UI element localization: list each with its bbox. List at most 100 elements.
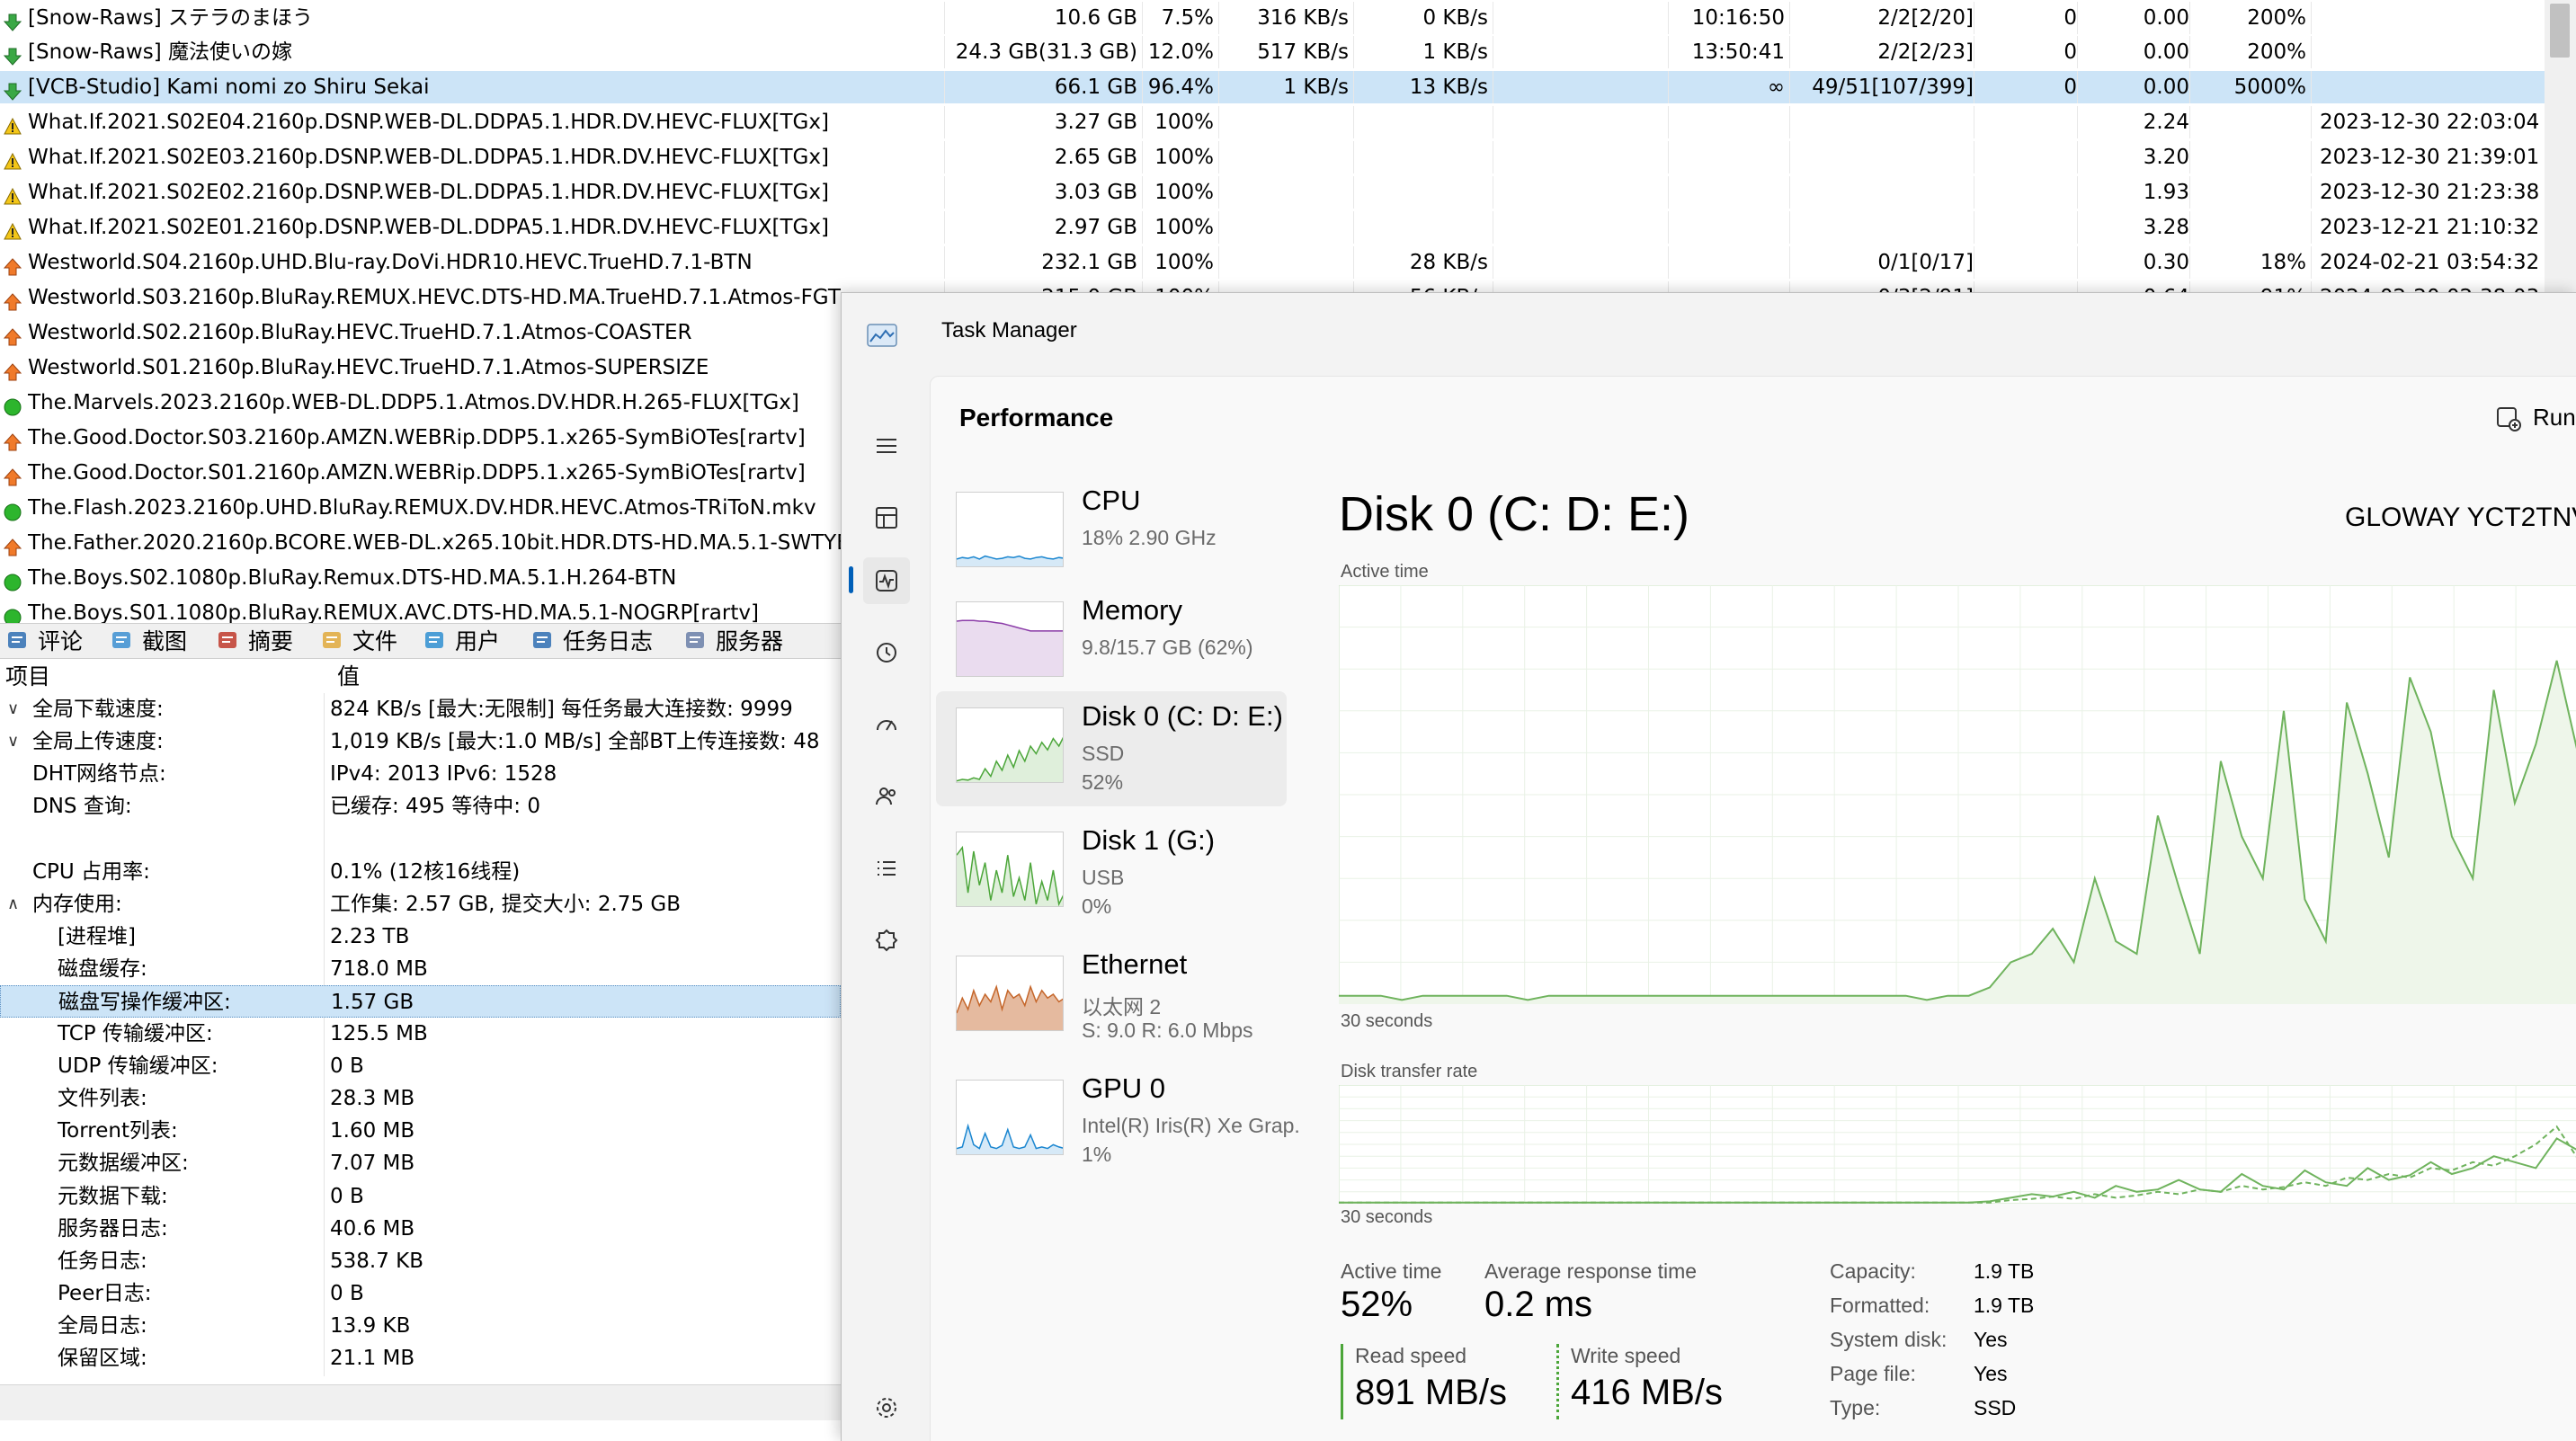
property-row[interactable]: 保留区域: 21.1 MB	[0, 1342, 841, 1374]
tab-files[interactable]: 文件	[320, 624, 397, 660]
property-row[interactable]: UDP 传输缓冲区: 0 B	[0, 1050, 841, 1082]
run-new-task-button[interactable]: Run n	[2495, 404, 2576, 432]
resource-utilization: 1%	[1082, 1143, 1112, 1166]
property-row[interactable]: ∨ 全局下载速度: 824 KB/s [最大:无限制] 每任务最大连接数: 9999	[0, 693, 841, 725]
resource-name: CPU	[1082, 485, 1141, 516]
chevron-up-icon[interactable]: ∧	[7, 888, 25, 921]
resource-disk[interactable]: Disk 1 (G:) USB 0%	[936, 815, 1287, 930]
resource-gpu[interactable]: GPU 0 Intel(R) Iris(R) Xe Grap. 1%	[936, 1063, 1300, 1179]
transfer-rate-chart-label: Disk transfer rate	[1341, 1062, 1478, 1081]
property-row[interactable]	[0, 823, 841, 855]
column-separator	[2311, 106, 2312, 138]
property-row[interactable]: 元数据缓冲区: 7.07 MB	[0, 1147, 841, 1179]
write-speed-value: 416 MB/s	[1571, 1373, 1723, 1412]
property-key: 元数据缓冲区:	[58, 1152, 189, 1176]
column-separator	[1668, 71, 1669, 103]
tab-screenshot[interactable]: 截图	[110, 624, 187, 660]
column-separator	[2077, 141, 2078, 173]
torrent-ratio: 0.30	[2143, 251, 2189, 274]
disk-property-key: Page file:	[1830, 1362, 1916, 1385]
resource-cpu[interactable]: CPU 18% 2.90 GHz	[936, 476, 1287, 591]
property-value: 21.1 MB	[330, 1347, 415, 1370]
property-row[interactable]: 磁盘写操作缓冲区: 1.57 GB	[0, 984, 841, 1018]
torrent-time: 2023-12-30 21:23:38	[2320, 181, 2540, 204]
tab-task-log[interactable]: 任务日志	[530, 624, 653, 660]
resource-utilization: 0%	[1082, 894, 1112, 918]
torrent-col9: 18%	[2260, 251, 2306, 274]
column-separator	[1668, 176, 1669, 209]
torrent-row[interactable]: What.If.2021.S02E02.2160p.DSNP.WEB-DL.DD…	[0, 176, 2545, 209]
torrent-up-speed: 13 KB/s	[1409, 76, 1488, 99]
property-value: 13.9 KB	[330, 1313, 411, 1338]
property-row[interactable]: 元数据下载: 0 B	[0, 1180, 841, 1213]
tab-label: 截图	[142, 628, 188, 654]
property-row[interactable]: 磁盘缓存: 718.0 MB	[0, 953, 841, 985]
column-separator	[2311, 2, 2312, 34]
services-icon[interactable]	[863, 917, 910, 964]
property-row[interactable]: 服务器日志: 40.6 MB	[0, 1213, 841, 1245]
active-time-chart	[1339, 585, 2576, 1004]
torrent-row[interactable]: [Snow-Raws] 魔法使いの嫁 24.3 GB(31.3 GB) 12.0% 5…	[0, 36, 2545, 68]
property-row[interactable]: DHT网络节点: IPv4: 2013 IPv6: 1528	[0, 758, 841, 790]
disk-property-key: Capacity:	[1830, 1259, 1916, 1283]
torrent-row[interactable]: What.If.2021.S02E04.2160p.DSNP.WEB-DL.DD…	[0, 106, 2545, 138]
property-row[interactable]: ∧ 内存使用: 工作集: 2.57 GB, 提交大小: 2.75 GB	[0, 888, 841, 921]
torrent-ratio: 0.00	[2143, 6, 2189, 30]
header-value[interactable]: 值	[337, 661, 360, 693]
resource-memory[interactable]: Memory 9.8/15.7 GB (62%)	[936, 585, 1287, 700]
property-value: 1.57 GB	[331, 990, 414, 1014]
property-row[interactable]: DNS 查询: 已缓存: 495 等待中: 0	[0, 790, 841, 823]
column-separator	[2077, 106, 2078, 138]
download-arrow-icon	[3, 43, 22, 66]
property-row[interactable]: [进程堆] 2.23 TB	[0, 921, 841, 953]
property-row[interactable]: 全局日志: 13.9 KB	[0, 1310, 841, 1342]
startup-apps-icon[interactable]	[863, 701, 910, 748]
torrent-row[interactable]: [VCB-Studio] Kami nomi zo Shiru Sekai 66.…	[0, 71, 2545, 103]
resource-name: GPU 0	[1082, 1072, 1166, 1104]
torrent-row[interactable]: What.If.2021.S02E03.2160p.DSNP.WEB-DL.DD…	[0, 141, 2545, 173]
tab-server[interactable]: 服务器	[683, 624, 783, 660]
upload-arrow-icon	[3, 534, 22, 556]
users-icon[interactable]	[863, 773, 910, 820]
property-row[interactable]: 任务日志: 538.7 KB	[0, 1245, 841, 1277]
torrent-peers: 0/1[0/17]	[1877, 251, 1974, 274]
torrent-row[interactable]: [Snow-Raws] ステラのまほう 10.6 GB 7.5% 316 KB/s 0 …	[0, 2, 2545, 34]
menu-hamburger-icon[interactable]	[863, 423, 910, 469]
tab-users[interactable]: 用户	[423, 624, 500, 660]
chevron-down-icon[interactable]: ∨	[7, 725, 25, 758]
resource-disk[interactable]: Disk 0 (C: D: E:) SSD 52%	[936, 691, 1287, 806]
header-item[interactable]: 项目	[5, 661, 50, 693]
column-separator	[1668, 2, 1669, 34]
transfer-time-span-label: 30 seconds	[1341, 1207, 1433, 1227]
users-icon	[423, 628, 448, 654]
title-bar[interactable]: Task Manager	[842, 293, 2576, 376]
torrent-row[interactable]: Westworld.S04.2160p.UHD.Blu-ray.DoVi.HDR…	[0, 246, 2545, 279]
torrent-up-speed: 28 KB/s	[1409, 251, 1488, 274]
property-row[interactable]: Torrent列表: 1.60 MB	[0, 1115, 841, 1147]
app-history-icon[interactable]	[863, 629, 910, 676]
tab-comment[interactable]: 评论	[5, 624, 83, 660]
property-row[interactable]: CPU 占用率: 0.1% (12核16线程)	[0, 856, 841, 888]
torrent-time: 2023-12-21 21:10:32	[2320, 216, 2540, 239]
property-row[interactable]: TCP 传输缓冲区: 125.5 MB	[0, 1018, 841, 1050]
chevron-down-icon[interactable]: ∨	[7, 693, 25, 725]
torrent-peers: 2/2[2/23]	[1877, 40, 1974, 64]
performance-icon[interactable]	[863, 557, 910, 604]
column-separator	[2077, 246, 2078, 279]
column-separator	[2311, 246, 2312, 279]
property-row[interactable]: Peer日志: 0 B	[0, 1277, 841, 1310]
property-row[interactable]: 文件列表: 28.3 MB	[0, 1082, 841, 1115]
settings-gear-icon[interactable]	[863, 1384, 910, 1431]
property-row[interactable]: ∨ 全局上传速度: 1,019 KB/s [最大:1.0 MB/s] 全部BT上传连…	[0, 725, 841, 758]
property-value: 7.07 MB	[330, 1152, 415, 1176]
processes-icon[interactable]	[863, 494, 910, 541]
resource-ethernet[interactable]: Ethernet 以太网 2 S: 9.0 R: 6.0 Mbps	[936, 939, 1287, 1054]
torrent-col7: 0	[2063, 6, 2077, 30]
task-manager-window: Task Manager Performance Run CPU 18% 2.9…	[841, 292, 2576, 1441]
tab-summary[interactable]: 摘要	[216, 624, 293, 660]
torrent-row[interactable]: What.If.2021.S02E01.2160p.DSNP.WEB-DL.DD…	[0, 211, 2545, 244]
scrollbar-thumb[interactable]	[2550, 4, 2570, 58]
column-separator	[2189, 246, 2190, 279]
column-separator	[2311, 211, 2312, 244]
details-icon[interactable]	[863, 845, 910, 892]
